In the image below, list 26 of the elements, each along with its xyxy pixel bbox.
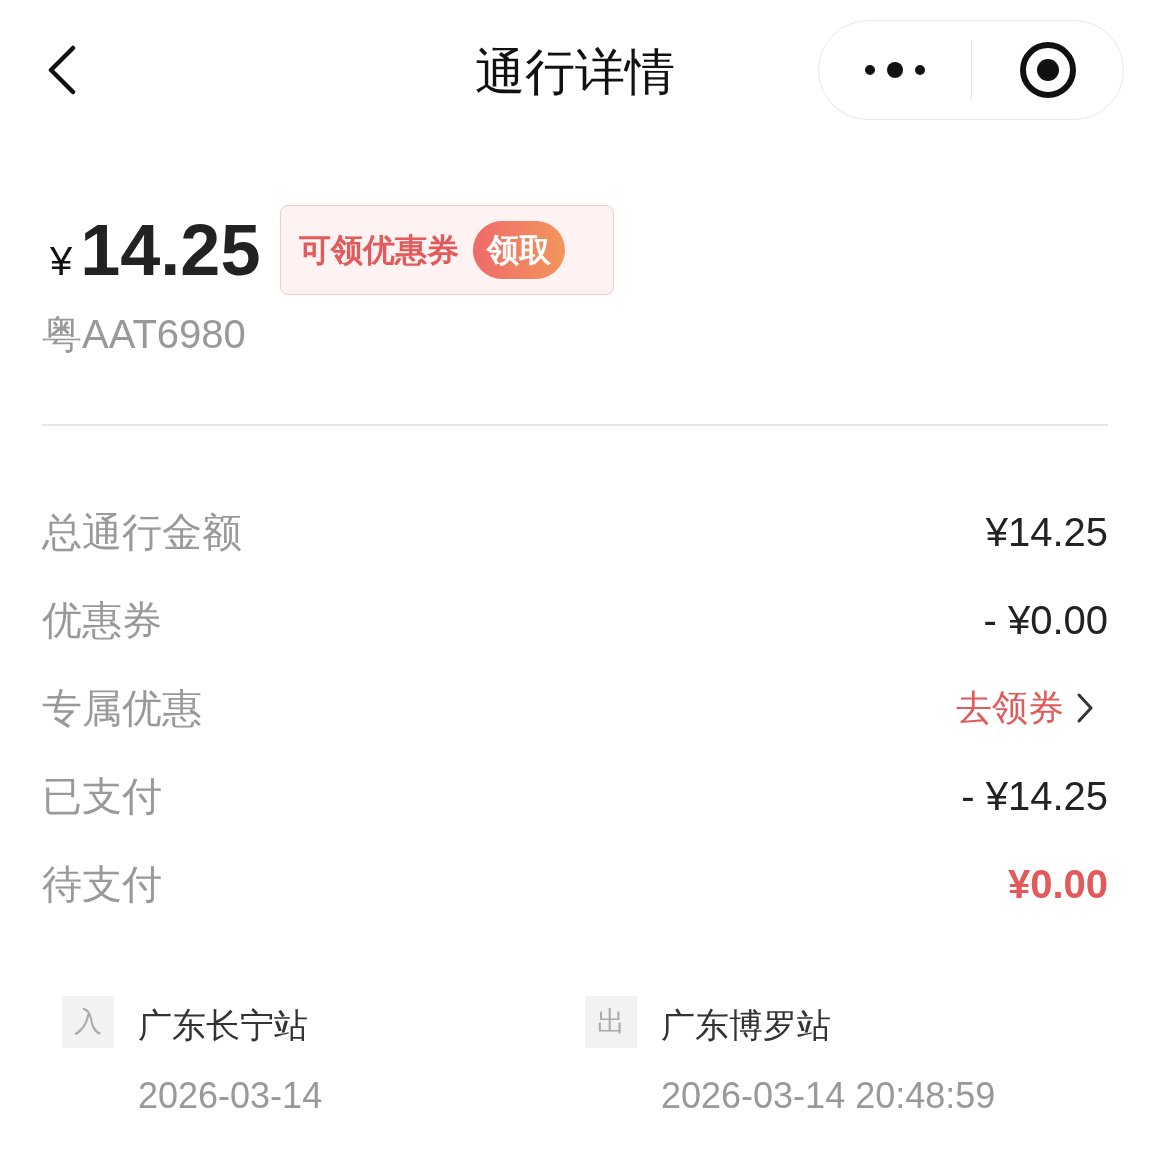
row-label: 优惠券 [42,597,162,644]
claim-button[interactable]: 领取 [473,221,566,279]
station-time: 2026-03-14 20:48:59 [661,1074,996,1118]
station-name: 广东长宁站 [138,1005,309,1046]
page-title: 通行详情 [474,43,676,102]
total-amount: 14.25 [80,214,261,286]
station-tag: 出 [585,996,637,1048]
license-plate: 粤AAT6980 [42,311,247,358]
row-value: - ¥14.25 [961,773,1108,820]
row-label: 已支付 [42,773,162,820]
row-value: - ¥0.00 [983,597,1108,644]
currency-symbol: ¥ [50,238,73,285]
row-label: 待支付 [42,861,162,908]
claim-coupon-link[interactable]: 去领券 [956,681,1108,735]
more-icon [864,60,926,80]
station-name: 广东博罗站 [661,1005,832,1046]
chevron-right-icon [1076,692,1094,724]
station-time: 2026-03-14 [138,1074,323,1118]
row-value: ¥0.00 [1007,861,1108,908]
back-icon [47,45,77,95]
target-icon [1018,41,1077,99]
coupon-label: 可领优惠券 [299,231,460,270]
row-label: 总通行金额 [42,509,242,556]
row-label: 专属优惠 [42,685,202,732]
station-tag: 入 [62,996,114,1048]
row-value: ¥14.25 [985,509,1108,556]
